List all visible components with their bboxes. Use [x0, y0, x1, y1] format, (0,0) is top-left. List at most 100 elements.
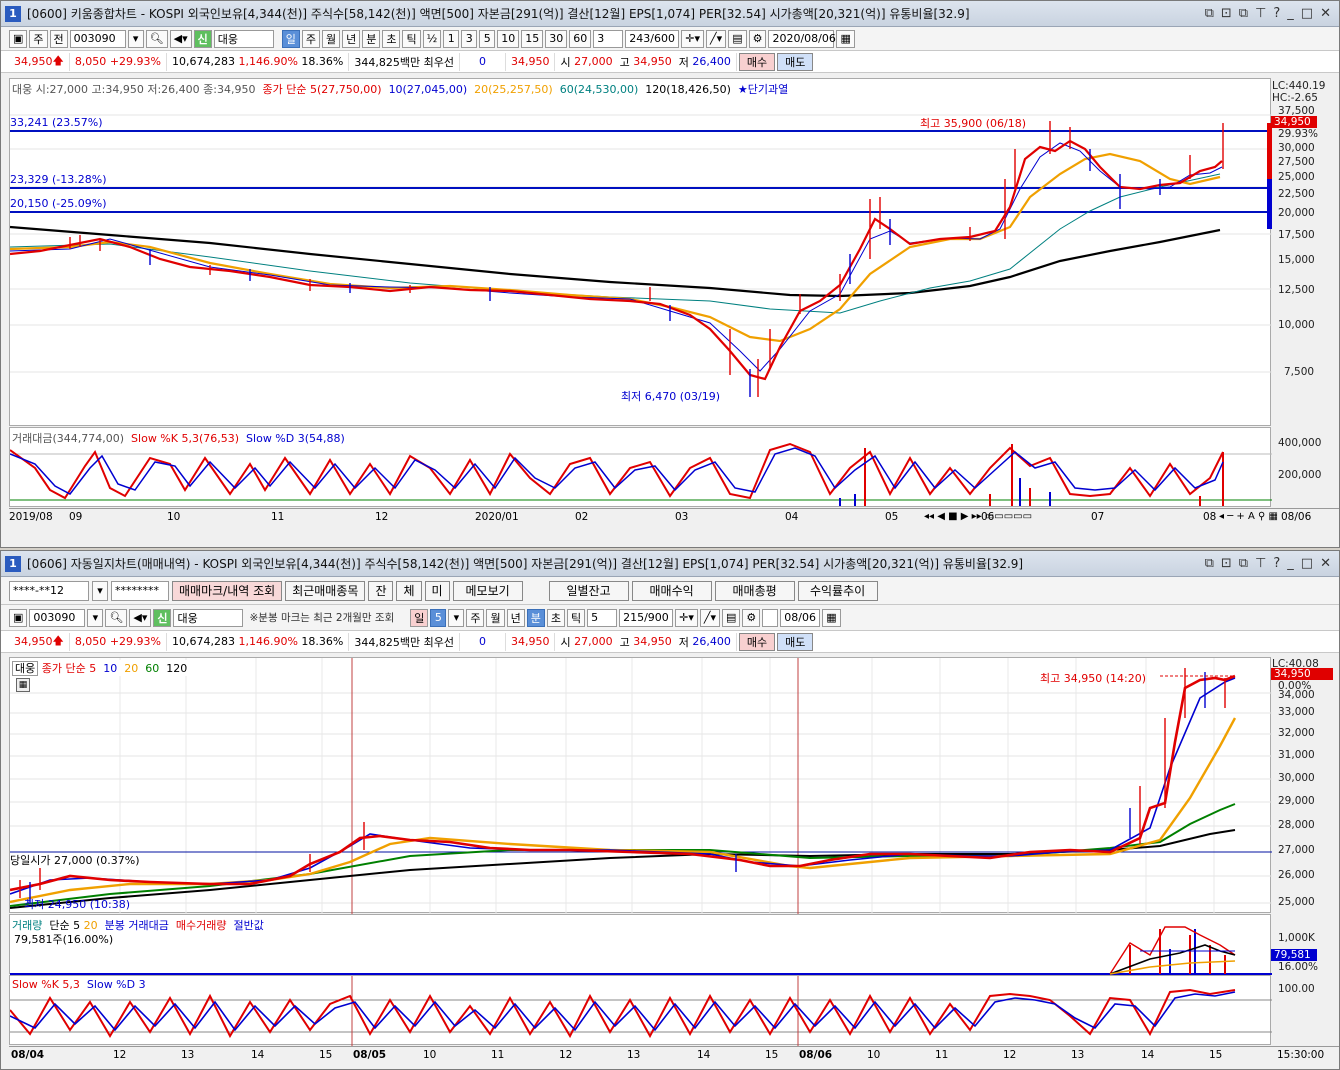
sell-button[interactable]: 매도 — [777, 52, 814, 71]
layout-icon[interactable]: ▣ — [9, 29, 28, 48]
trade-review-button[interactable]: 매매총평 — [714, 580, 795, 601]
calendar-icon[interactable]: ▦ — [836, 29, 855, 48]
min-5-button[interactable]: 5 — [479, 29, 496, 48]
top-price-chart[interactable]: 대웅 시:27,000 고:34,950 저:26,400 종:34,950 종… — [9, 78, 1272, 426]
scroll-controls[interactable]: ◂◂ ◀ ■ ▶ ▸▸ ▭▭▭▭▭ — [924, 511, 1032, 522]
unit-week-button[interactable]: 주 — [301, 29, 320, 48]
settings-icon[interactable]: ⚙ — [748, 29, 767, 48]
unit-week-button[interactable]: 주 — [466, 608, 485, 627]
pin-icon[interactable]: ⊡ — [1221, 6, 1232, 21]
unit-tick-button[interactable]: 틱 — [402, 29, 421, 48]
fraction-button[interactable]: ½ — [422, 29, 442, 48]
code-dropdown-icon[interactable]: ▾ — [127, 29, 144, 48]
sell-button[interactable]: 매도 — [777, 632, 814, 651]
zoom-controls[interactable]: ◂ ─ + A ⚲ ▦ — [1219, 511, 1278, 522]
period-week-button[interactable]: 주 — [29, 29, 48, 48]
layout-icon[interactable]: ▣ — [9, 608, 28, 627]
memo-button[interactable]: 메모보기 — [452, 580, 523, 601]
ytick: 30,000 — [1278, 772, 1315, 784]
maximize-icon[interactable]: □ — [1301, 556, 1313, 571]
unit-tick-button[interactable]: 틱 — [566, 608, 586, 627]
count-field[interactable]: 243/600 — [625, 29, 680, 48]
copy-icon[interactable]: ⧉ — [1239, 556, 1248, 571]
stock-code-input[interactable]: 003090 — [69, 29, 126, 48]
period-all-button[interactable]: 전 — [49, 29, 68, 48]
unit-second-button[interactable]: 초 — [382, 29, 401, 48]
speaker-icon[interactable]: ◀▾ — [169, 29, 192, 48]
calendar-icon[interactable]: ▦ — [822, 608, 841, 627]
pushpin-icon[interactable]: ⊤ — [1255, 6, 1266, 21]
copy-icon[interactable]: ⧉ — [1239, 6, 1248, 21]
unit-minute-button[interactable]: 분 — [526, 608, 545, 627]
bottom-price-chart[interactable]: 대웅 종가 단순 5 10 20 60 120 ▦ 당일시가 27,000 (0… — [9, 657, 1272, 914]
trade-profit-button[interactable]: 매매수익 — [631, 580, 712, 601]
recent-stocks-button[interactable]: 최근매매종목 — [285, 580, 366, 601]
buy-button[interactable]: 매수 — [738, 52, 776, 71]
maximize-icon[interactable]: □ — [1301, 6, 1313, 21]
search-icon[interactable]: 🔍︎ — [105, 608, 128, 627]
date-input[interactable]: 08/06 — [780, 608, 821, 627]
filled-button[interactable]: 체 — [396, 580, 422, 601]
hline-2-label: 23,329 (-13.28%) — [10, 173, 107, 186]
bottom-stoch-chart[interactable]: Slow %K 5,3 Slow %D 3 — [9, 975, 1272, 1046]
minute-select[interactable]: 5 — [587, 608, 618, 627]
account-select[interactable]: ****-**12 — [9, 580, 89, 601]
help-icon[interactable]: ? — [1273, 556, 1280, 571]
min-10-button[interactable]: 10 — [497, 29, 520, 48]
unit-month-button[interactable]: 월 — [486, 608, 505, 627]
unfilled-button[interactable]: 미 — [424, 580, 450, 601]
min-1-button[interactable]: 1 — [443, 29, 460, 48]
ytick-25000: 25,000 — [1278, 171, 1315, 183]
date-checkbox[interactable] — [762, 608, 779, 627]
password-input[interactable]: ******** — [111, 580, 169, 601]
return-trend-button[interactable]: 수익률추이 — [797, 580, 878, 601]
unit-day-button[interactable]: 일 — [281, 29, 300, 48]
min-30-button[interactable]: 30 — [545, 29, 568, 48]
grid-toggle-icon[interactable]: ▦ — [16, 678, 30, 692]
xtick: 15 — [1209, 1049, 1223, 1061]
top-toolbar: ▣ 주 전 003090 ▾ 🔍︎ ◀▾ 신 대웅 일 주 월 년 분 초 틱 … — [1, 27, 1339, 51]
unit-month-button[interactable]: 월 — [321, 29, 341, 48]
restore-icon[interactable]: ⧉ — [1205, 6, 1214, 21]
buy-button[interactable]: 매수 — [738, 632, 776, 651]
pin-icon[interactable]: ⊡ — [1221, 556, 1232, 571]
close-icon[interactable]: ✕ — [1320, 6, 1331, 21]
save-icon[interactable]: ▤ — [728, 29, 747, 48]
unit-day-button[interactable]: 일 — [410, 608, 429, 627]
minimize-icon[interactable]: _ — [1287, 556, 1294, 571]
draw-icon[interactable]: ╱▾ — [699, 608, 721, 627]
crosshair-icon[interactable]: ✛▾ — [681, 29, 705, 48]
min-3-button[interactable]: 3 — [461, 29, 478, 48]
crosshair-icon[interactable]: ✛▾ — [675, 608, 698, 627]
interval-select[interactable]: 3 — [593, 29, 624, 48]
minimize-icon[interactable]: _ — [1287, 6, 1294, 21]
unit-minute-button[interactable]: 분 — [362, 29, 381, 48]
close-icon[interactable]: ✕ — [1320, 556, 1331, 571]
unit-dropdown-icon[interactable]: ▾ — [448, 608, 465, 627]
stock-code-input[interactable]: 003090 — [29, 608, 86, 627]
pushpin-icon[interactable]: ⊤ — [1255, 556, 1266, 571]
mark-query-button[interactable]: 매매마크/내역 조회 — [172, 580, 283, 601]
unit-year-button[interactable]: 년 — [342, 29, 361, 48]
search-icon[interactable]: 🔍︎ — [145, 29, 168, 48]
count-field[interactable]: 215/900 — [619, 608, 674, 627]
min-60-button[interactable]: 60 — [569, 29, 592, 48]
save-icon[interactable]: ▤ — [722, 608, 741, 627]
restore-icon[interactable]: ⧉ — [1205, 556, 1214, 571]
settings-icon[interactable]: ⚙ — [742, 608, 761, 627]
balance-button[interactable]: 잔 — [368, 580, 394, 601]
unit-min-value[interactable]: 5 — [430, 608, 447, 627]
unit-second-button[interactable]: 초 — [546, 608, 565, 627]
xtick: 03 — [675, 511, 689, 523]
bottom-volume-chart[interactable]: 거래량 단순 5 20 분봉 거래대금 매수거래량 절반값 79,581주(16… — [9, 914, 1272, 975]
help-icon[interactable]: ? — [1273, 6, 1280, 21]
daily-balance-button[interactable]: 일별잔고 — [548, 580, 629, 601]
code-dropdown-icon[interactable]: ▾ — [87, 608, 104, 627]
date-input[interactable]: 2020/08/06 — [768, 29, 836, 48]
draw-icon[interactable]: ╱▾ — [706, 29, 727, 48]
account-dropdown-icon[interactable]: ▾ — [92, 580, 108, 601]
unit-year-button[interactable]: 년 — [506, 608, 525, 627]
min-15-button[interactable]: 15 — [521, 29, 544, 48]
speaker-icon[interactable]: ◀▾ — [129, 608, 152, 627]
top-sub-chart[interactable]: 거래대금(344,774,00) Slow %K 5,3(76,53) Slow… — [9, 427, 1272, 507]
